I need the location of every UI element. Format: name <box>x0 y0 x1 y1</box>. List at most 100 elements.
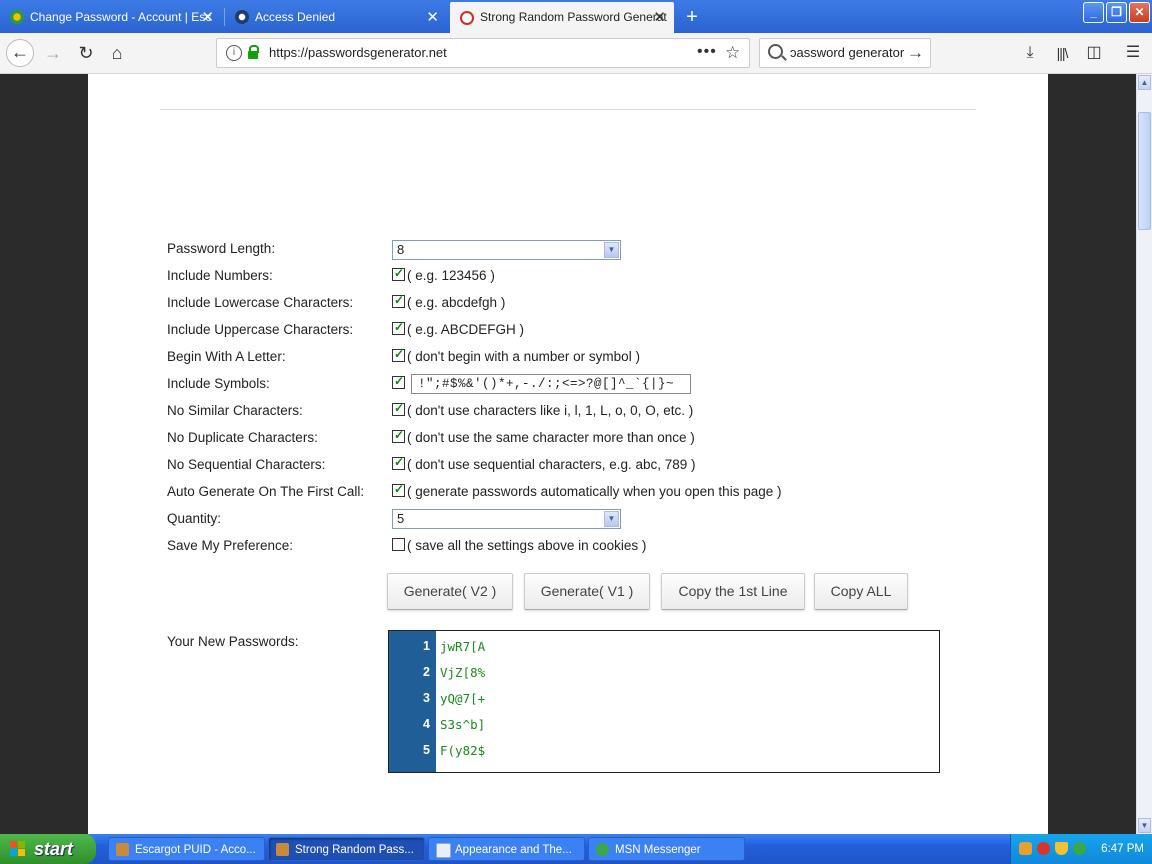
tab-strip: Change Password - Account | Esc ✕ Access… <box>0 0 1152 33</box>
copy-first-line-button[interactable]: Copy the 1st Line <box>661 573 805 610</box>
save-preference-desc: ( save all the settings above in cookies… <box>407 538 647 553</box>
include-lowercase-checkbox[interactable] <box>392 293 405 308</box>
scroll-down-icon[interactable]: ▼ <box>1138 818 1151 833</box>
back-icon[interactable]: ← <box>6 39 34 67</box>
quantity-label: Quantity: <box>167 511 222 526</box>
page-scrollbar[interactable]: ▲ ▼ <box>1136 74 1152 834</box>
include-uppercase-checkbox[interactable] <box>392 320 405 335</box>
password-line[interactable]: VjZ[8% <box>440 665 485 680</box>
search-bar[interactable]: ɔassword generator → <box>759 38 931 68</box>
tab-access-denied[interactable]: Access Denied ✕ <box>225 2 447 33</box>
menu-icon[interactable]: ☰ <box>1120 39 1146 67</box>
close-tab-icon[interactable]: ✕ <box>426 2 439 33</box>
windows-logo-icon <box>10 841 26 857</box>
no-duplicate-desc: ( don't use the same character more than… <box>407 430 695 445</box>
taskbar-item-msn[interactable]: MSN Messenger <box>588 837 745 861</box>
task-label: Strong Random Pass... <box>295 844 414 856</box>
tab-title: Change Password - Account | Esc <box>30 10 212 24</box>
url-text[interactable]: https://passwordsgenerator.net <box>269 39 447 67</box>
taskbar-item-escargot[interactable]: Escargot PUID - Acco... <box>108 837 265 861</box>
tray-app-icon[interactable] <box>1019 842 1032 855</box>
begin-with-letter-checkbox[interactable] <box>392 347 405 362</box>
password-line[interactable]: S3s^b] <box>440 717 485 732</box>
quantity-select[interactable]: 5 ▼ <box>392 509 621 529</box>
lock-icon <box>248 45 259 59</box>
scrollbar-thumb[interactable] <box>1138 112 1151 230</box>
site-favicon-icon <box>460 11 474 25</box>
close-tab-icon[interactable]: ✕ <box>653 2 666 33</box>
go-arrow-icon[interactable]: → <box>907 39 924 67</box>
reload-icon[interactable]: ↻ <box>72 39 100 67</box>
close-window-button[interactable]: ✕ <box>1129 2 1150 23</box>
line-number: 1 <box>423 639 430 653</box>
msn-tray-icon[interactable] <box>1073 842 1086 855</box>
sidebar-icon[interactable]: ◫ <box>1081 39 1107 67</box>
begin-with-letter-label: Begin With A Letter: <box>167 349 286 364</box>
url-bar[interactable]: i https://passwordsgenerator.net ••• ☆ <box>216 38 750 68</box>
no-similar-label: No Similar Characters: <box>167 403 303 418</box>
no-similar-desc: ( don't use characters like i, l, 1, L, … <box>407 403 694 418</box>
shield-icon[interactable] <box>1055 842 1068 855</box>
close-tab-icon[interactable]: ✕ <box>201 2 214 33</box>
password-length-label: Password Length: <box>167 241 276 256</box>
password-line[interactable]: yQ@7[+ <box>440 691 485 706</box>
new-tab-button[interactable]: + <box>680 3 704 31</box>
include-uppercase-label: Include Uppercase Characters: <box>167 322 354 337</box>
select-value: 8 <box>397 242 405 257</box>
page-actions-icon[interactable]: ••• <box>697 39 717 65</box>
line-number: 2 <box>423 665 430 679</box>
task-label: Appearance and The... <box>455 844 572 856</box>
generate-v2-button[interactable]: Generate( V2 ) <box>387 573 513 610</box>
line-number: 4 <box>423 717 430 731</box>
taskbar-item-appearance[interactable]: Appearance and The... <box>428 837 585 861</box>
nav-toolbar: ← → ↻ ⌂ i https://passwordsgenerator.net… <box>0 33 1152 74</box>
tab-title: Strong Random Password Generat <box>480 10 667 24</box>
include-symbols-checkbox[interactable] <box>392 374 405 389</box>
tab-password-generator[interactable]: Strong Random Password Generat ✕ <box>450 2 674 33</box>
include-numbers-checkbox[interactable] <box>392 266 405 281</box>
bookmark-star-icon[interactable]: ☆ <box>725 39 740 67</box>
scroll-up-icon[interactable]: ▲ <box>1138 75 1151 90</box>
tray-security-icon[interactable] <box>1037 842 1050 855</box>
search-icon <box>768 44 783 59</box>
taskbar-item-password-generator[interactable]: Strong Random Pass... <box>268 837 425 861</box>
password-line[interactable]: F(y82$ <box>440 743 485 758</box>
maximize-button[interactable]: ❐ <box>1106 2 1127 23</box>
forward-icon[interactable]: → <box>39 39 67 67</box>
line-number: 3 <box>423 691 430 705</box>
start-label: start <box>34 839 74 859</box>
site-favicon-icon <box>235 10 249 24</box>
symbols-input[interactable]: !";#$%&'()*+,-./:;<=>?@[]^_`{|}~ <box>411 374 691 394</box>
home-icon[interactable]: ⌂ <box>103 39 131 67</box>
msn-icon <box>596 843 609 856</box>
no-sequential-checkbox[interactable] <box>392 455 405 470</box>
control-panel-icon <box>436 843 451 858</box>
search-input[interactable]: ɔassword generator <box>790 39 904 67</box>
auto-generate-label: Auto Generate On The First Call: <box>167 484 365 499</box>
no-duplicate-label: No Duplicate Characters: <box>167 430 318 445</box>
no-duplicate-checkbox[interactable] <box>392 428 405 443</box>
password-length-select[interactable]: 8 ▼ <box>392 240 621 260</box>
chevron-down-icon[interactable]: ▼ <box>604 242 619 258</box>
copy-all-button[interactable]: Copy ALL <box>814 573 908 610</box>
password-line[interactable]: jwR7[A <box>440 639 485 654</box>
info-icon[interactable]: i <box>226 45 242 61</box>
include-numbers-label: Include Numbers: <box>167 268 273 283</box>
line-number: 5 <box>423 743 430 757</box>
password-output-box[interactable]: 1 jwR7[A 2 VjZ[8% 3 yQ@7[+ 4 S3s^b] 5 F(… <box>388 630 940 773</box>
save-preference-checkbox[interactable] <box>392 538 405 551</box>
minimize-button[interactable]: _ <box>1083 2 1104 23</box>
clock: 6:47 PM <box>1101 843 1144 855</box>
library-icon[interactable]: |||\ <box>1049 39 1075 67</box>
auto-generate-checkbox[interactable] <box>392 482 405 497</box>
page-content: Password Length: 8 ▼ Include Numbers: ( … <box>88 74 1048 834</box>
chevron-down-icon[interactable]: ▼ <box>604 511 619 527</box>
auto-generate-desc: ( generate passwords automatically when … <box>407 484 782 499</box>
no-similar-checkbox[interactable] <box>392 401 405 416</box>
downloads-icon[interactable]: ⤓ <box>1017 39 1043 67</box>
tab-title: Access Denied <box>255 10 336 24</box>
start-button[interactable]: start <box>0 834 96 864</box>
app-icon <box>276 843 289 856</box>
tab-change-password[interactable]: Change Password - Account | Esc ✕ <box>0 2 222 33</box>
generate-v1-button[interactable]: Generate( V1 ) <box>524 573 650 610</box>
